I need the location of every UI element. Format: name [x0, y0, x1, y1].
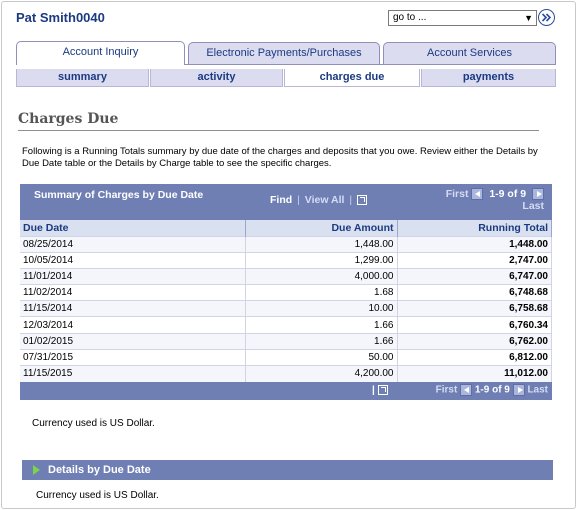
last-link[interactable]: Last: [522, 200, 544, 212]
zoom-icon[interactable]: [377, 385, 388, 396]
cell-running-total: 6,760.34: [397, 316, 552, 334]
cell-due-amount: 50.00: [245, 348, 398, 366]
cell-running-total: 11,012.00: [397, 364, 552, 382]
cell-due-date: 11/15/2014: [20, 300, 246, 317]
cell-due-amount: 1.68: [245, 284, 398, 301]
first-link[interactable]: First: [436, 384, 458, 395]
grid-title: Summary of Charges by Due Date: [34, 189, 204, 201]
cell-due-date: 08/25/2014: [20, 235, 246, 253]
table-row: 01/02/2015 1.66 6,762.00: [20, 332, 552, 350]
table-row: 07/31/2015 50.00 6,812.00: [20, 348, 552, 366]
cell-due-amount: 1,448.00: [245, 235, 398, 253]
separator: |: [297, 194, 300, 206]
dropdown-arrow-icon: ▼: [524, 13, 533, 23]
last-link[interactable]: Last: [527, 384, 548, 395]
view-all-link[interactable]: View All: [305, 194, 345, 206]
previous-arrow-icon[interactable]: [471, 188, 484, 201]
currency-note: Currency used is US Dollar.: [36, 490, 159, 501]
row-count: 1-9 of 9: [489, 188, 527, 200]
cell-running-total: 1,448.00: [397, 235, 552, 253]
table-row: 11/01/2014 4,000.00 6,747.00: [20, 267, 552, 285]
next-arrow-icon[interactable]: [512, 383, 525, 396]
subtab-summary[interactable]: summary: [16, 69, 149, 87]
cell-due-date: 07/31/2015: [20, 348, 246, 366]
cell-due-amount: 1.66: [245, 332, 398, 350]
row-count: 1-9 of 9: [474, 384, 510, 396]
table-row: 12/03/2014 1.66 6,760.34: [20, 316, 552, 334]
subtab-payments[interactable]: payments: [421, 69, 556, 87]
cell-due-date: 11/02/2014: [20, 284, 246, 301]
cell-running-total: 6,748.68: [397, 284, 552, 301]
user-name: Pat Smith0040: [16, 10, 105, 25]
footer-zoom-controls: |: [372, 385, 388, 396]
previous-arrow-icon[interactable]: [460, 383, 473, 396]
next-arrow-icon[interactable]: [532, 188, 544, 201]
table-row: 11/15/2015 4,200.00 11,012.00: [20, 364, 552, 382]
cell-due-amount: 4,200.00: [245, 364, 398, 382]
grid-footer: | First 1-9 of 9 Last: [20, 381, 552, 400]
subtab-activity[interactable]: activity: [150, 69, 283, 87]
intro-text: Following is a Running Totals summary by…: [22, 146, 538, 169]
expand-arrow-icon[interactable]: [33, 465, 40, 475]
details-by-due-date-section[interactable]: Details by Due Date: [22, 460, 553, 480]
grid-find-controls: Find | View All |: [270, 194, 368, 206]
cell-running-total: 6,758.68: [397, 300, 552, 317]
cell-running-total: 6,812.00: [397, 348, 552, 366]
cell-due-amount: 4,000.00: [245, 267, 398, 285]
table-row: 11/02/2014 1.68 6,748.68: [20, 284, 552, 301]
footer-navigation: First 1-9 of 9 Last: [436, 383, 548, 396]
grid-navigation: First 1-9 of 9 Last: [446, 188, 544, 212]
cell-due-amount: 1.66: [245, 316, 398, 334]
find-link[interactable]: Find: [270, 194, 292, 206]
cell-due-amount: 1,299.00: [245, 251, 398, 269]
cell-running-total: 6,747.00: [397, 267, 552, 285]
go-button[interactable]: [538, 9, 555, 26]
tab-account-services[interactable]: Account Services: [383, 42, 556, 64]
first-link[interactable]: First: [446, 188, 469, 200]
cell-due-date: 12/03/2014: [20, 316, 246, 334]
zoom-icon[interactable]: [357, 195, 368, 206]
cell-running-total: 6,762.00: [397, 332, 552, 350]
title-divider: [18, 130, 539, 131]
cell-due-date: 10/05/2014: [20, 251, 246, 269]
tab-electronic-payments[interactable]: Electronic Payments/Purchases: [188, 42, 380, 64]
summary-grid: Summary of Charges by Due Date Find | Vi…: [20, 184, 552, 400]
column-header-running-total[interactable]: Running Total: [397, 220, 552, 236]
goto-select[interactable]: go to ... ▼: [388, 10, 537, 26]
subtab-charges-due[interactable]: charges due: [284, 69, 420, 87]
separator: |: [349, 194, 353, 206]
page-title: Charges Due: [18, 111, 119, 127]
cell-due-date: 11/15/2015: [20, 364, 246, 382]
table-row: 08/25/2014 1,448.00 1,448.00: [20, 235, 552, 253]
cell-due-amount: 10.00: [245, 300, 398, 317]
table-row: 10/05/2014 1,299.00 2,747.00: [20, 251, 552, 269]
tab-account-inquiry[interactable]: Account Inquiry: [16, 41, 185, 65]
separator: |: [372, 384, 375, 396]
cell-due-date: 11/01/2014: [20, 267, 246, 285]
double-chevron-right-icon: [541, 13, 552, 22]
charges-table: Due Date Due Amount Running Total 08/25/…: [20, 220, 552, 382]
table-row: 11/15/2014 10.00 6,758.68: [20, 300, 552, 317]
cell-running-total: 2,747.00: [397, 251, 552, 269]
column-header-due-amount[interactable]: Due Amount: [245, 220, 398, 236]
section-title: Details by Due Date: [48, 464, 151, 476]
cell-due-date: 01/02/2015: [20, 332, 246, 350]
column-header-due-date[interactable]: Due Date: [20, 220, 246, 236]
goto-select-value: go to ...: [393, 12, 427, 23]
currency-note: Currency used is US Dollar.: [32, 418, 155, 429]
grid-header: Summary of Charges by Due Date Find | Vi…: [20, 184, 552, 220]
